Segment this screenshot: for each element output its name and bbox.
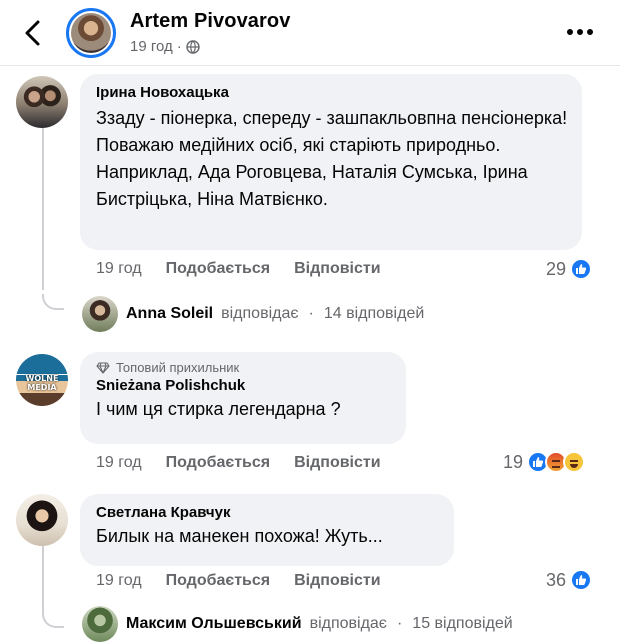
commenter-avatar[interactable]: WOLNE MEDIA xyxy=(16,354,68,406)
comment-actions: 19 год Подобається Відповісти xyxy=(96,452,381,474)
post-meta: 19 год · xyxy=(130,38,200,55)
comment-time[interactable]: 19 год xyxy=(96,260,142,278)
haha-icon xyxy=(563,451,586,473)
reply-button[interactable]: Відповісти xyxy=(294,454,380,472)
reply-separator: · xyxy=(396,615,403,632)
reply-button[interactable]: Відповісти xyxy=(294,260,380,278)
thread-connector xyxy=(42,294,64,310)
like-icon xyxy=(570,258,593,280)
badge-label: Топовий прихильник xyxy=(116,360,240,375)
commenter-avatar[interactable] xyxy=(16,76,68,128)
replier-name: Максим Ольшевський xyxy=(126,615,302,632)
comment-bubble: Светлана Кравчук Билык на манекен похожа… xyxy=(80,494,454,566)
dot-icon xyxy=(567,29,573,35)
like-button[interactable]: Подобається xyxy=(166,260,271,278)
dot-icon xyxy=(587,29,593,35)
author-avatar[interactable] xyxy=(66,8,116,58)
avatar-text: WOLNE MEDIA xyxy=(25,374,59,392)
replier-name: Anna Soleil xyxy=(126,305,214,322)
post-header: Artem Pivovarov 19 год · xyxy=(0,0,620,66)
comment-actions: 19 год Подобається Відповісти xyxy=(96,570,381,592)
comment-text: І чим ця стирка легендарна ? xyxy=(96,399,341,419)
thread-connector xyxy=(42,612,64,628)
replier-avatar xyxy=(82,296,118,332)
chevron-left-icon xyxy=(25,20,40,46)
top-fan-badge[interactable]: Топовий прихильник xyxy=(96,360,392,375)
diamond-icon xyxy=(96,361,110,374)
comment-author[interactable]: Ірина Новохацька xyxy=(96,84,568,101)
replies-link[interactable]: Максим Ольшевський відповідає · 15 відпо… xyxy=(82,606,513,642)
replier-verb: відповідає xyxy=(221,305,299,322)
reaction-count: 19 xyxy=(503,451,524,472)
header-divider xyxy=(0,65,620,66)
like-icon xyxy=(570,569,593,591)
reply-count: 14 відповідей xyxy=(323,305,425,322)
commenter-avatar[interactable] xyxy=(16,494,68,546)
comment-time[interactable]: 19 год xyxy=(96,572,142,590)
reaction-count: 29 xyxy=(546,258,567,279)
more-options-button[interactable] xyxy=(562,22,598,42)
reaction-count: 36 xyxy=(546,569,567,590)
replier-verb: відповідає xyxy=(309,615,387,632)
thread-line xyxy=(42,128,44,290)
thread-line xyxy=(42,546,44,612)
like-button[interactable]: Подобається xyxy=(166,572,271,590)
reply-separator: · xyxy=(308,305,314,322)
comment-time[interactable]: 19 год xyxy=(96,454,142,472)
back-button[interactable] xyxy=(16,14,50,52)
comment-bubble: Топовий прихильник Snieżana Polishchuk І… xyxy=(80,352,406,444)
replies-link[interactable]: Anna Soleil відповідає · 14 відповідей xyxy=(82,296,424,332)
comment-bubble: Ірина Новохацька Ззаду - піонерка, спере… xyxy=(80,74,582,250)
reply-button[interactable]: Відповісти xyxy=(294,572,380,590)
replier-avatar xyxy=(82,606,118,642)
comment-text: Билык на манекен похожа! Жуть... xyxy=(96,526,383,546)
globe-icon xyxy=(186,39,200,54)
reaction-summary[interactable]: 29 xyxy=(546,257,593,281)
meta-separator: · xyxy=(176,38,182,55)
post-time[interactable]: 19 год xyxy=(130,38,173,55)
reaction-summary[interactable]: 19 xyxy=(503,450,586,474)
reply-count: 15 відповідей xyxy=(412,615,513,632)
comment-author[interactable]: Светлана Кравчук xyxy=(96,504,440,521)
comment-text: Ззаду - піонерка, спереду - зашпакльовпн… xyxy=(96,108,568,209)
comment-actions: 19 год Подобається Відповісти xyxy=(96,258,381,280)
author-name[interactable]: Artem Pivovarov xyxy=(130,10,290,33)
comment-author[interactable]: Snieżana Polishchuk xyxy=(96,377,392,394)
like-button[interactable]: Подобається xyxy=(166,454,271,472)
dot-icon xyxy=(577,29,583,35)
reaction-summary[interactable]: 36 xyxy=(546,568,593,592)
